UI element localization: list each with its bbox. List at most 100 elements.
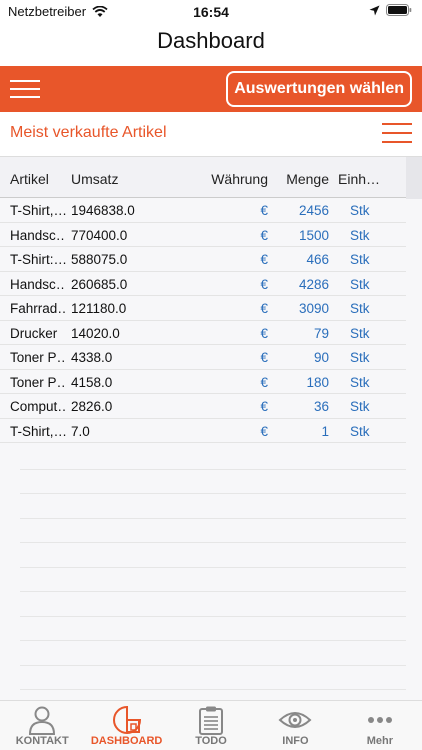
eye-icon: [278, 712, 312, 728]
empty-line: [20, 568, 406, 592]
tab-label: INFO: [282, 735, 309, 747]
cell-menge: 36: [313, 399, 329, 414]
cell-einheit: Stk: [350, 399, 370, 414]
toolbar: Auswertungen wählen: [0, 66, 422, 112]
cell-umsatz: 260685.0: [71, 276, 128, 292]
dashboard-icon: [112, 705, 141, 734]
cell-artikel: T-Shirt,…: [10, 423, 66, 439]
hamburger-line: [10, 88, 40, 90]
cell-waehrung: €: [260, 276, 268, 292]
tab-label: KONTAKT: [15, 735, 69, 747]
table-row[interactable]: T-Shirt,… 1946838.0 € 2456 Stk: [0, 198, 406, 223]
tab-label: DASHBOARD: [90, 735, 163, 747]
table-row[interactable]: Fahrrad… 121180.0 € 3090 Stk: [0, 296, 406, 321]
empty-line: [20, 445, 406, 470]
cell-menge: 180: [306, 374, 329, 390]
cell-umsatz: 7.0: [71, 423, 90, 439]
empty-line: [20, 519, 406, 543]
cell-artikel: Handsc…: [10, 227, 66, 243]
tab-mehr[interactable]: Mehr: [338, 701, 422, 750]
cell-menge: 1: [321, 423, 329, 439]
menu-button[interactable]: [10, 77, 40, 101]
header-umsatz[interactable]: Umsatz: [71, 171, 191, 187]
section-title: Meist verkaufte Artikel: [10, 124, 167, 141]
scrollbar[interactable]: [406, 157, 422, 199]
cell-menge: 2456: [298, 203, 329, 218]
more-icon: [367, 717, 392, 723]
cell-umsatz: 4338.0: [71, 350, 113, 365]
cell-waehrung: €: [260, 203, 268, 218]
cell-umsatz: 4158.0: [71, 374, 113, 390]
section-menu-button[interactable]: [382, 122, 412, 144]
header-einheit[interactable]: Einh…: [338, 171, 388, 187]
cell-umsatz: 1946838.0: [71, 203, 135, 218]
sales-table: Artikel Umsatz Währung Menge Einh… T-Shi…: [0, 156, 422, 700]
cell-einheit: Stk: [350, 252, 370, 267]
tab-info[interactable]: INFO: [253, 701, 337, 750]
page-title: Dashboard: [157, 28, 265, 53]
cell-einheit: Stk: [350, 301, 370, 316]
cell-menge: 1500: [298, 227, 329, 243]
cell-umsatz: 2826.0: [71, 399, 113, 414]
tab-dashboard[interactable]: DASHBOARD: [84, 701, 168, 750]
clipboard-icon: [199, 706, 224, 735]
hamburger-line: [10, 96, 40, 98]
location-arrow-icon: [369, 5, 380, 15]
tab-label: TODO: [195, 735, 227, 747]
table-row[interactable]: T-Shirt:… 588075.0 € 466 Stk: [0, 247, 406, 272]
cell-einheit: Stk: [350, 227, 370, 243]
person-icon: [29, 706, 56, 735]
table-row[interactable]: T-Shirt,… 7.0 € 1 Stk: [0, 419, 406, 443]
empty-rows: [20, 445, 406, 690]
empty-line: [20, 494, 406, 519]
cell-waehrung: €: [260, 350, 268, 365]
cell-artikel: Comput…: [10, 399, 66, 414]
header-menge[interactable]: Menge: [272, 171, 329, 187]
header-artikel[interactable]: Artikel: [10, 171, 66, 187]
cell-artikel: T-Shirt:…: [10, 252, 66, 267]
cell-waehrung: €: [260, 399, 268, 414]
empty-line: [20, 617, 406, 641]
table-row[interactable]: Handsc… 260685.0 € 4286 Stk: [0, 272, 406, 296]
cell-menge: 79: [313, 325, 329, 341]
cell-artikel: Handsc…: [10, 276, 66, 292]
hamburger-line: [10, 80, 40, 82]
menu-line: [382, 141, 412, 143]
cell-einheit: Stk: [350, 276, 370, 292]
table-header: Artikel Umsatz Währung Menge Einh…: [0, 156, 422, 199]
battery-icon: [386, 4, 412, 16]
cell-einheit: Stk: [350, 350, 370, 365]
cell-einheit: Stk: [350, 374, 370, 390]
select-reports-button[interactable]: Auswertungen wählen: [226, 71, 412, 107]
tab-bar: KONTAKT DASHBOARD TODO INFO Mehr: [0, 700, 422, 750]
cell-umsatz: 14020.0: [71, 325, 120, 341]
cell-umsatz: 588075.0: [71, 252, 128, 267]
cell-menge: 466: [306, 252, 329, 267]
header-waehrung[interactable]: Währung: [200, 171, 268, 187]
cell-menge: 3090: [298, 301, 329, 316]
table-row[interactable]: Comput… 2826.0 € 36 Stk: [0, 394, 406, 419]
table-row[interactable]: Handsc… 770400.0 € 1500 Stk: [0, 223, 406, 247]
empty-line: [20, 592, 406, 617]
cell-artikel: Drucker: [10, 325, 58, 341]
cell-menge: 4286: [298, 276, 329, 292]
cell-umsatz: 121180.0: [71, 301, 127, 316]
table-row[interactable]: Toner P… 4338.0 € 90 Stk: [0, 345, 406, 370]
clock: 16:54: [193, 4, 229, 20]
status-indicators: [369, 4, 412, 16]
cell-einheit: Stk: [350, 423, 370, 439]
cell-artikel: Toner P…: [10, 374, 66, 390]
cell-artikel: T-Shirt,…: [10, 203, 66, 218]
tab-todo[interactable]: TODO: [169, 701, 253, 750]
cell-artikel: Toner P…: [10, 350, 66, 365]
status-bar: Netzbetreiber 16:54: [0, 0, 422, 24]
table-body: T-Shirt,… 1946838.0 € 2456 Stk Handsc… 7…: [0, 198, 406, 443]
cell-waehrung: €: [260, 423, 268, 439]
tab-kontakt[interactable]: KONTAKT: [0, 701, 84, 750]
empty-line: [20, 666, 406, 690]
cell-waehrung: €: [260, 325, 268, 341]
table-row[interactable]: Toner P… 4158.0 € 180 Stk: [0, 370, 406, 394]
empty-line: [20, 641, 406, 666]
table-row[interactable]: Drucker 14020.0 € 79 Stk: [0, 321, 406, 345]
menu-line: [382, 123, 412, 125]
